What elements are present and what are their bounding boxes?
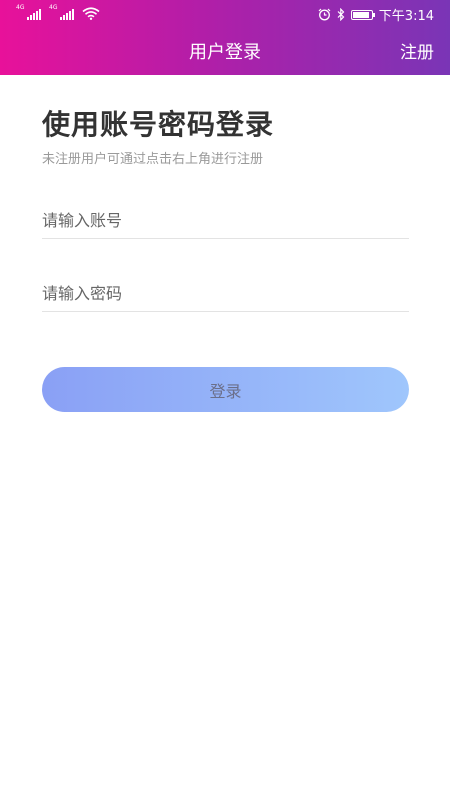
- navigation-bar: 用户登录 注册: [0, 28, 450, 72]
- form-heading: 使用账号密码登录: [42, 108, 275, 141]
- account-input[interactable]: [42, 203, 409, 239]
- status-bar-right: 下午3:14: [318, 5, 434, 24]
- status-bar: 4G 4G 下午3:14: [0, 0, 450, 28]
- signal-icon: 4G: [49, 4, 74, 20]
- login-button[interactable]: 登录: [42, 367, 409, 412]
- battery-icon: [350, 9, 375, 20]
- app-header: 4G 4G 下午3:14 用户登录 注册: [0, 0, 450, 75]
- network-type-label: 4G: [49, 4, 58, 11]
- register-hint: 未注册用户可通过点击右上角进行注册: [42, 152, 264, 167]
- network-type-label: 4G: [16, 4, 25, 11]
- status-bar-left: 4G 4G: [16, 4, 100, 20]
- password-input[interactable]: [42, 276, 409, 312]
- bluetooth-icon: [337, 8, 345, 21]
- page-title: 用户登录: [189, 42, 261, 63]
- register-button[interactable]: 注册: [400, 38, 434, 63]
- login-screen: 4G 4G 下午3:14 用户登录 注册 使用账号密码登录 未注册用户可通过点击…: [0, 0, 450, 800]
- status-time: 下午3:14: [378, 9, 434, 24]
- signal-icon: 4G: [16, 4, 41, 20]
- login-form-header: 使用账号密码登录 未注册用户可通过点击右上角进行注册: [42, 108, 409, 167]
- alarm-icon: [318, 8, 331, 21]
- wifi-icon: [82, 7, 100, 20]
